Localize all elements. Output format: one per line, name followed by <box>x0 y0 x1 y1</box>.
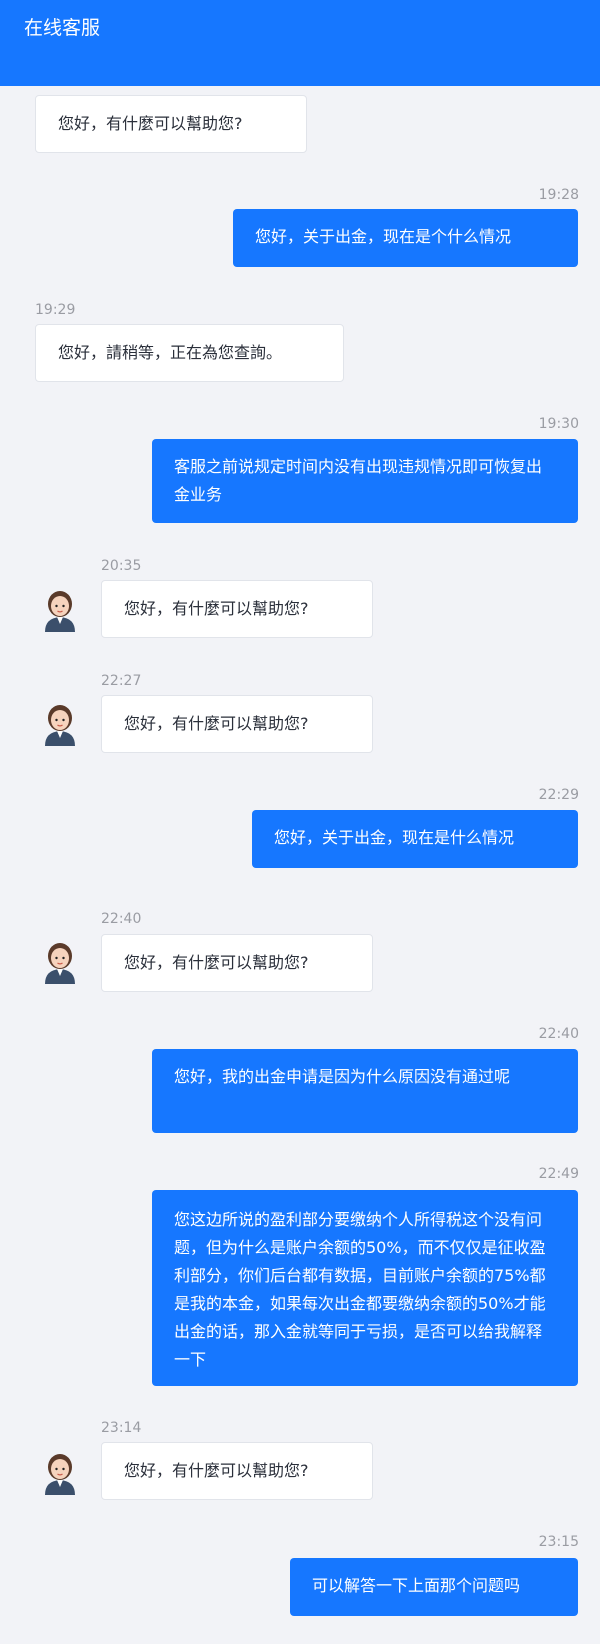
outgoing-message-bubble: 客服之前说规定时间内没有出现违规情况即可恢复出金业务 <box>152 439 578 523</box>
outgoing-message-bubble: 您好，关于出金，现在是个什么情况 <box>233 209 578 267</box>
message-timestamp: 22:29 <box>538 787 579 803</box>
page-title: 在线客服 <box>24 17 101 39</box>
incoming-message-bubble: 您好，有什麼可以幫助您? <box>101 695 373 753</box>
incoming-message-bubble: 您好，有什麼可以幫助您? <box>101 580 373 638</box>
message-timestamp: 22:40 <box>538 1026 579 1042</box>
message-timestamp: 23:14 <box>101 1420 142 1436</box>
outgoing-message-bubble: 可以解答一下上面那个问题吗 <box>290 1558 578 1616</box>
app-header: 在线客服 <box>0 0 600 86</box>
message-timestamp: 19:29 <box>35 302 76 318</box>
outgoing-message-bubble: 您这边所说的盈利部分要缴纳个人所得税这个没有问题，但为什么是账户余额的50%，而… <box>152 1190 578 1386</box>
outgoing-message-bubble: 您好，我的出金申请是因为什么原因没有通过呢 <box>152 1049 578 1133</box>
agent-avatar-icon <box>35 936 85 986</box>
message-timestamp: 23:15 <box>538 1534 579 1550</box>
message-timestamp: 19:28 <box>538 187 579 203</box>
incoming-message-bubble: 您好，有什麼可以幫助您? <box>101 934 373 992</box>
message-timestamp: 22:27 <box>101 673 142 689</box>
agent-avatar-icon <box>35 698 85 748</box>
agent-avatar-icon <box>35 1447 85 1497</box>
message-timestamp: 22:49 <box>538 1166 579 1182</box>
message-timestamp: 20:35 <box>101 558 142 574</box>
incoming-message-bubble: 您好，請稍等，正在為您查詢。 <box>35 324 344 382</box>
incoming-message-bubble: 您好，有什麼可以幫助您? <box>35 95 307 153</box>
outgoing-message-bubble: 您好，关于出金，现在是什么情况 <box>252 810 578 868</box>
agent-avatar-icon <box>35 584 85 634</box>
message-timestamp: 22:40 <box>101 911 142 927</box>
incoming-message-bubble: 您好，有什麼可以幫助您? <box>101 1442 373 1500</box>
message-timestamp: 19:30 <box>538 416 579 432</box>
